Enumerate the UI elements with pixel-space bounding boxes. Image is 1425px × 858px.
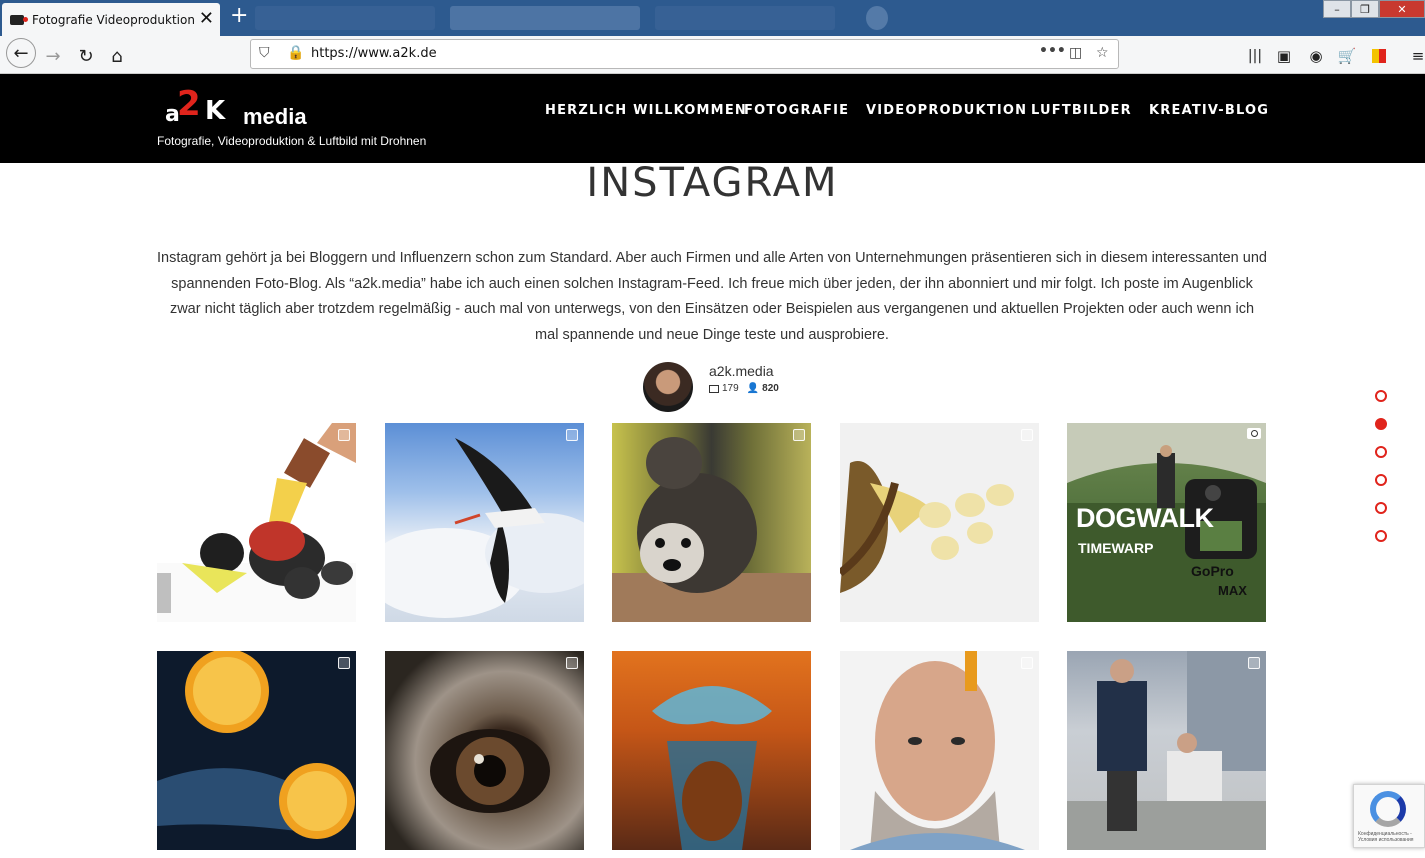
page-title: INSTAGRAM xyxy=(586,160,839,206)
pocket-icon[interactable]: ◫ xyxy=(1069,45,1082,61)
section-dot[interactable] xyxy=(1375,502,1387,514)
dogwalk-title: DOGWALK xyxy=(1076,503,1214,533)
home-icon[interactable]: ⌂ xyxy=(104,43,130,69)
instagram-post-banana[interactable] xyxy=(840,423,1039,622)
browser-tab[interactable] xyxy=(255,6,435,30)
extension-flag-icon[interactable] xyxy=(1366,43,1392,69)
instagram-post-film-crew[interactable] xyxy=(1067,651,1266,850)
address-bar[interactable]: ⛉ 🔒 https://www.a2k.de ••• ◫ ☆ xyxy=(250,39,1119,69)
instagram-post-portrait[interactable] xyxy=(840,651,1039,850)
nav-link-luftbilder[interactable]: LUFTBILDER xyxy=(1031,103,1132,118)
recaptcha-text[interactable]: Конфиденциальность - Условия использован… xyxy=(1358,831,1424,843)
post-image xyxy=(1067,651,1266,850)
browser-navigation-bar: ← → ↻ ⌂ ⛉ 🔒 https://www.a2k.de ••• ◫ ☆ |… xyxy=(0,36,1425,74)
browser-tab-active[interactable]: Fotografie Videoproduktion Lu ✕ xyxy=(2,3,220,36)
post-image xyxy=(157,423,356,622)
carousel-icon xyxy=(1248,657,1260,669)
browser-tab[interactable] xyxy=(450,6,640,30)
nav-link-herzlich-willkommen[interactable]: HERZLICH WILLKOMMEN xyxy=(545,103,747,118)
page-actions-icon[interactable]: ••• xyxy=(1039,43,1066,59)
intro-paragraph: Instagram gehört ja bei Bloggern und Inf… xyxy=(157,250,1267,344)
url-text[interactable]: https://www.a2k.de xyxy=(311,46,437,61)
carousel-icon xyxy=(793,429,805,441)
browser-tab[interactable] xyxy=(655,6,835,30)
gopro-brand: GoPro xyxy=(1191,563,1234,579)
lock-icon[interactable]: 🔒 xyxy=(287,45,304,61)
post-image xyxy=(157,651,355,839)
cart-icon[interactable]: 🛒 xyxy=(1334,43,1360,69)
window-controls: – ❐ ✕ xyxy=(1323,0,1425,18)
recaptcha-icon xyxy=(1370,791,1406,827)
followers-count: 820 xyxy=(762,383,779,394)
post-image xyxy=(840,461,1014,593)
section-dot[interactable] xyxy=(1375,390,1387,402)
instagram-username[interactable]: a2k.media xyxy=(709,363,774,379)
restore-button[interactable]: ❐ xyxy=(1351,0,1379,18)
gopro-model: MAX xyxy=(1218,583,1247,598)
post-image xyxy=(430,729,550,813)
browser-tab[interactable] xyxy=(866,6,888,30)
shield-icon[interactable]: ⛉ xyxy=(259,45,270,61)
tab-close-icon[interactable]: ✕ xyxy=(199,10,214,28)
section-dot[interactable] xyxy=(1375,474,1387,486)
dogwalk-subtitle: TIMEWARP xyxy=(1078,540,1154,556)
sidebar-icon[interactable]: ▣ xyxy=(1271,43,1297,69)
reload-icon[interactable]: ↻ xyxy=(73,43,99,69)
bookmark-star-icon[interactable]: ☆ xyxy=(1096,45,1109,61)
close-window-button[interactable]: ✕ xyxy=(1379,0,1425,18)
instagram-post-paint-vegetables[interactable] xyxy=(157,423,356,622)
logo-number-two: 2 xyxy=(177,84,201,124)
carousel-icon xyxy=(1021,657,1033,669)
minimize-button[interactable]: – xyxy=(1323,0,1351,18)
post-image xyxy=(652,686,772,850)
instagram-stats: 179 👤 820 xyxy=(709,383,779,394)
carousel-icon xyxy=(1021,429,1033,441)
post-image xyxy=(850,651,1025,850)
menu-icon[interactable]: ≡ xyxy=(1405,43,1425,69)
post-image xyxy=(612,437,811,622)
camera-icon xyxy=(1247,428,1261,439)
carousel-icon xyxy=(338,429,350,441)
browser-tab-bar: Fotografie Videoproduktion Lu ✕ + – ❐ ✕ xyxy=(0,0,1425,36)
logo-media-text: media xyxy=(243,104,307,129)
user-icon: 👤 xyxy=(746,383,760,394)
instagram-post-dogwalk-timewarp[interactable]: DOGWALK TIMEWARP GoPro MAX xyxy=(1067,423,1266,622)
instagram-post-dog-eye[interactable] xyxy=(385,651,584,850)
site-favicon-icon xyxy=(10,14,28,25)
account-icon[interactable]: ◉ xyxy=(1303,43,1329,69)
nav-link-fotografie[interactable]: FOTOGRAFIE xyxy=(744,103,849,118)
site-tagline: Fotografie, Videoproduktion & Luftbild m… xyxy=(157,134,427,148)
instagram-post-dog[interactable] xyxy=(612,423,811,622)
forward-icon[interactable]: → xyxy=(40,43,66,69)
instagram-post-stork[interactable] xyxy=(385,423,584,622)
posts-stat: 179 xyxy=(709,383,739,394)
instagram-profile-header[interactable]: a2k.media 179 👤 820 xyxy=(643,362,883,414)
logo-letter-k: K xyxy=(205,96,226,126)
recaptcha-badge[interactable]: Конфиденциальность - Условия использован… xyxy=(1353,784,1425,848)
tab-title: Fotografie Videoproduktion Lu xyxy=(32,12,197,27)
followers-stat: 👤 820 xyxy=(747,383,779,394)
instagram-post-orange[interactable] xyxy=(157,651,356,850)
posts-count: 179 xyxy=(722,383,739,394)
nav-link-kreativ-blog[interactable]: KREATIV-BLOG xyxy=(1149,103,1269,118)
new-tab-button[interactable]: + xyxy=(230,5,248,27)
carousel-icon xyxy=(338,657,350,669)
site-header: a 2 K media Fotografie, Videoproduktion … xyxy=(0,74,1425,163)
post-image xyxy=(385,438,584,618)
back-icon[interactable]: ← xyxy=(6,38,36,68)
library-icon[interactable]: ||| xyxy=(1242,43,1268,69)
image-icon xyxy=(709,384,719,393)
carousel-icon xyxy=(566,429,578,441)
nav-link-videoproduktion[interactable]: VIDEOPRODUKTION xyxy=(866,103,1027,118)
section-dot[interactable] xyxy=(1375,446,1387,458)
carousel-icon xyxy=(566,657,578,669)
section-dot[interactable] xyxy=(1375,530,1387,542)
section-dot-active[interactable] xyxy=(1375,418,1387,430)
instagram-post-water-splash[interactable] xyxy=(612,651,811,850)
avatar[interactable] xyxy=(643,362,693,412)
